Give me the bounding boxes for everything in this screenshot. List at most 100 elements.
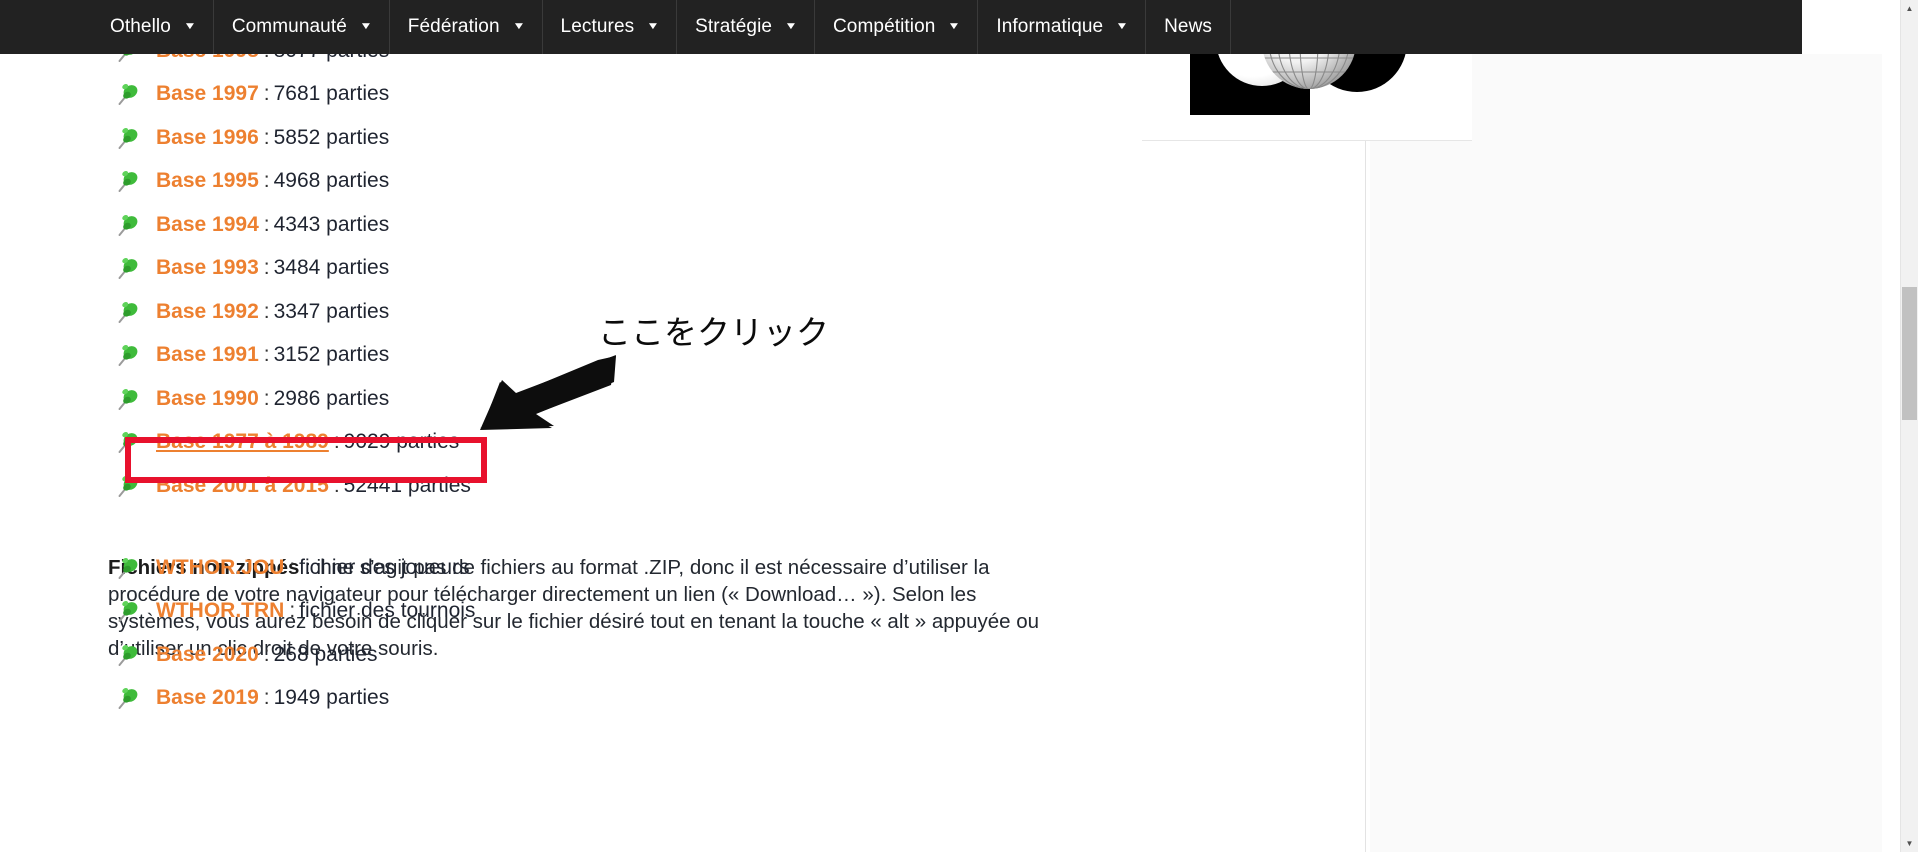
- list-item[interactable]: Base 1992:3347 parties: [108, 290, 471, 334]
- list-item[interactable]: Base 2019:1949 parties: [108, 677, 475, 721]
- nav-item-lectures[interactable]: Lectures ▼: [543, 0, 678, 54]
- list-item[interactable]: WTHOR.TRN: fichier des tournois: [108, 590, 475, 634]
- nav-item-label: Lectures: [560, 16, 635, 37]
- list-item-count: 5852 parties: [273, 125, 390, 149]
- browser-viewport: Othello ▼ Communauté ▼ Fédération ▼ Lectures ▼ S…: [0, 0, 1918, 852]
- list-item-count: 4343 parties: [273, 212, 390, 236]
- download-link[interactable]: Base 1990: [156, 387, 259, 411]
- main-navigation: Othello ▼ Communauté ▼ Fédération ▼ Lectures ▼ S…: [92, 0, 1802, 54]
- pushpin-icon: [118, 601, 138, 623]
- list-item-count: 7681 parties: [273, 82, 390, 106]
- scrollbar-down-arrow-icon[interactable]: ▼: [1901, 835, 1918, 852]
- pushpin-icon: [118, 171, 138, 193]
- annotation-note-text: ここをクリック: [598, 313, 829, 352]
- list-item[interactable]: Base 1990:2986 parties: [108, 377, 471, 421]
- download-link[interactable]: Base 1977 à 1989: [156, 430, 329, 454]
- list-item-separator: :: [263, 686, 270, 710]
- nav-item-label: News: [1164, 16, 1213, 37]
- download-link[interactable]: Base 1994: [156, 213, 259, 237]
- pushpin-icon: [118, 345, 138, 367]
- pushpin-icon: [118, 432, 138, 454]
- list-item-separator: :: [333, 430, 340, 454]
- nav-item-informatique[interactable]: Informatique ▼: [978, 0, 1147, 54]
- list-item-separator: :: [263, 82, 270, 106]
- download-link[interactable]: WTHOR.TRN: [156, 599, 284, 623]
- chevron-down-icon: ▼: [1115, 21, 1129, 32]
- list-item-separator: :: [263, 299, 270, 323]
- nav-item-communaut-[interactable]: Communauté ▼: [214, 0, 390, 54]
- list-item-separator: :: [263, 386, 270, 410]
- pushpin-icon: [118, 557, 138, 579]
- page-scrollbar[interactable]: ▲ ▼: [1900, 0, 1918, 852]
- pushpin-icon: [118, 84, 138, 106]
- chevron-down-icon: ▼: [947, 21, 962, 32]
- scrollbar-thumb[interactable]: [1902, 287, 1917, 420]
- list-item-count: 3347 parties: [273, 299, 390, 323]
- list-item[interactable]: Base 1977 à 1989:9029 parties: [108, 421, 471, 465]
- nav-item-label: Communauté: [231, 16, 347, 37]
- pushpin-icon: [118, 688, 138, 710]
- download-link[interactable]: WTHOR.JOU: [156, 556, 284, 580]
- pushpin-icon: [118, 301, 138, 323]
- list-item[interactable]: Base 1991:3152 parties: [108, 334, 471, 378]
- list-item[interactable]: Base 1996:5852 parties: [108, 116, 471, 160]
- list-item[interactable]: WTHOR.JOU: fichier des joueurs: [108, 546, 475, 590]
- scrollbar-up-arrow-icon[interactable]: ▲: [1901, 0, 1918, 17]
- pushpin-icon: [118, 644, 138, 666]
- list-item[interactable]: Base 2001 à 2015:52441 parties: [108, 464, 471, 508]
- list-item[interactable]: Base 1993:3484 parties: [108, 247, 471, 291]
- list-item-separator: :: [289, 599, 296, 623]
- nav-item-f-d-ration[interactable]: Fédération ▼: [390, 0, 543, 54]
- nav-item-comp-tition[interactable]: Compétition ▼: [815, 0, 979, 54]
- nav-item-label: Compétition: [832, 16, 936, 37]
- page-content: Base 1998:8077 partiesBase 1997:7681 par…: [0, 39, 1365, 852]
- nav-item-label: Fédération: [407, 16, 500, 37]
- nav-item-label: Informatique: [996, 16, 1104, 37]
- list-item-count: 2986 parties: [273, 386, 390, 410]
- list-item-separator: :: [263, 169, 270, 193]
- list-item-count: 9029 parties: [343, 430, 460, 454]
- list-item-separator: :: [263, 256, 270, 280]
- annotation-arrow-icon: [480, 355, 616, 430]
- list-item-separator: :: [289, 555, 296, 579]
- pushpin-icon: [118, 258, 138, 280]
- download-link[interactable]: Base 1993: [156, 256, 259, 280]
- chevron-down-icon: ▼: [183, 21, 197, 32]
- chevron-down-icon: ▼: [359, 21, 373, 32]
- download-list-top: Base 1998:8077 partiesBase 1997:7681 par…: [108, 29, 471, 508]
- chevron-down-icon: ▼: [511, 21, 526, 32]
- list-item-separator: :: [263, 125, 270, 149]
- download-link[interactable]: Base 1996: [156, 126, 259, 150]
- nav-item-news[interactable]: News: [1146, 0, 1232, 54]
- list-item-separator: :: [263, 212, 270, 236]
- list-item-separator: :: [263, 642, 270, 666]
- nav-item-strat-gie[interactable]: Stratégie ▼: [677, 0, 815, 54]
- download-link[interactable]: Base 2001 à 2015: [156, 474, 329, 498]
- list-item-count: 1949 parties: [273, 686, 390, 710]
- nav-left-gutter: [0, 0, 92, 54]
- download-list-bottom: WTHOR.JOU: fichier des joueurs WTHOR.TRN: f…: [108, 546, 475, 720]
- download-link[interactable]: Base 2020: [156, 643, 259, 667]
- nav-item-label: Stratégie: [695, 16, 773, 37]
- list-item[interactable]: Base 2020:268 parties: [108, 633, 475, 677]
- download-link[interactable]: Base 1995: [156, 169, 259, 193]
- list-item-separator: :: [263, 343, 270, 367]
- list-item-count: 3484 parties: [273, 256, 390, 280]
- pushpin-icon: [118, 475, 138, 497]
- list-item[interactable]: Base 1994:4343 parties: [108, 203, 471, 247]
- nav-item-othello[interactable]: Othello ▼: [92, 0, 214, 54]
- pushpin-icon: [118, 388, 138, 410]
- pushpin-icon: [118, 214, 138, 236]
- download-link[interactable]: Base 2019: [156, 686, 259, 710]
- list-item-count: 4968 parties: [273, 169, 390, 193]
- download-link[interactable]: Base 1997: [156, 82, 259, 106]
- chevron-down-icon: ▼: [784, 21, 798, 32]
- list-item[interactable]: Base 1997:7681 parties: [108, 73, 471, 117]
- list-item-count: 268 parties: [273, 642, 378, 666]
- download-link[interactable]: Base 1991: [156, 343, 259, 367]
- list-item-count: 52441 parties: [343, 473, 471, 497]
- download-link[interactable]: Base 1992: [156, 300, 259, 324]
- chevron-down-icon: ▼: [646, 21, 660, 32]
- list-item[interactable]: Base 1995:4968 parties: [108, 160, 471, 204]
- list-item-count: fichier des joueurs: [299, 555, 470, 579]
